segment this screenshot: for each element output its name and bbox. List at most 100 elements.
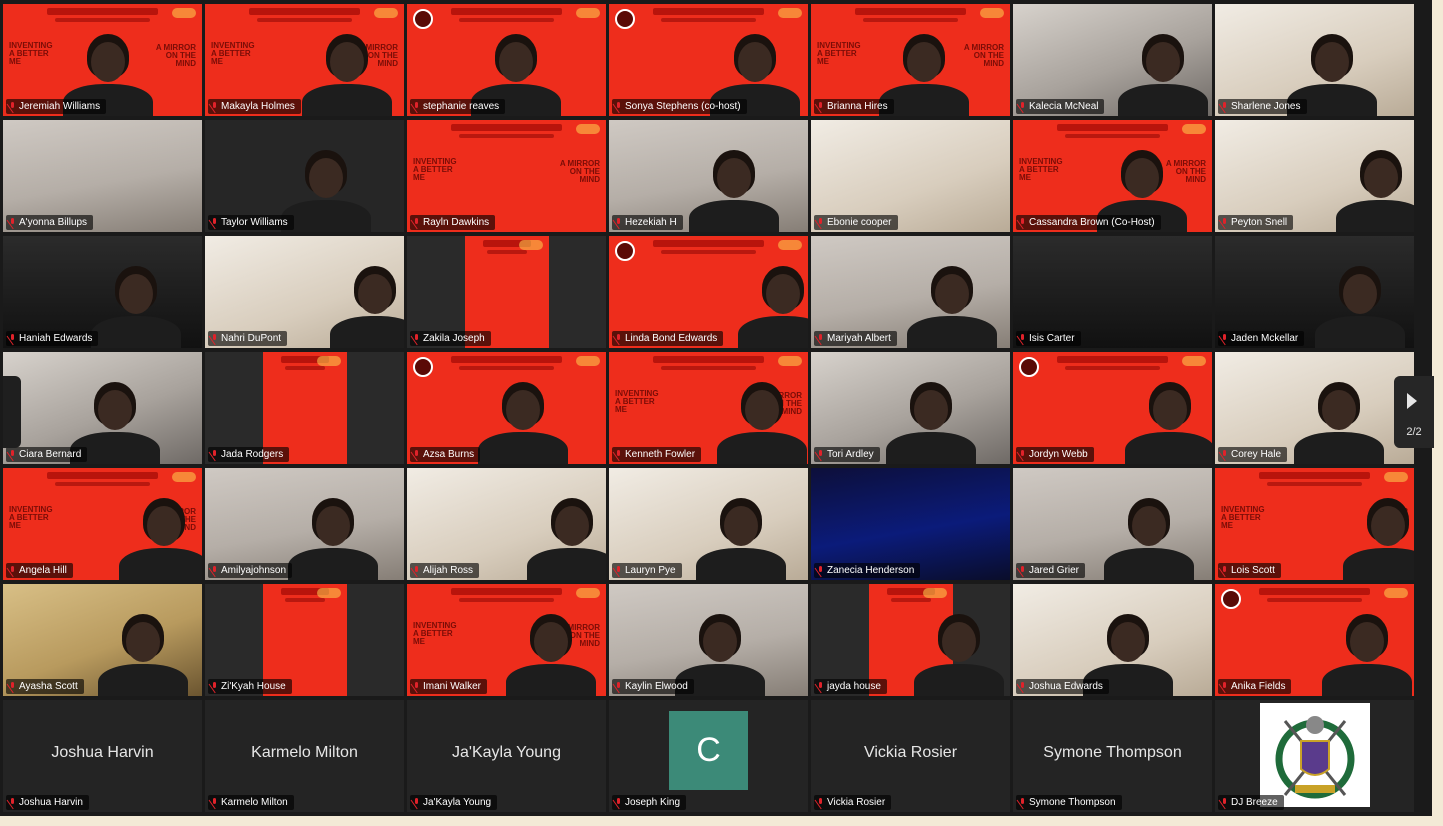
participant-name: Zanecia Henderson xyxy=(827,565,915,576)
participant-name: Corey Hale xyxy=(1231,449,1282,460)
participant-tile[interactable]: Ayasha Scott xyxy=(3,584,202,696)
participant-tile[interactable]: INVENTING A BETTER MEA MIRROR ON THE MIN… xyxy=(407,120,606,232)
participant-tile[interactable]: Jared Grier xyxy=(1013,468,1212,580)
participant-name: Cassandra Brown (Co-Host) xyxy=(1029,217,1155,228)
participant-name: Jared Grier xyxy=(1029,565,1080,576)
participant-tile[interactable]: INVENTING A BETTER MEA MIRROR ON THE MIN… xyxy=(609,352,808,464)
participant-tile[interactable]: Ciara Bernard xyxy=(3,352,202,464)
participant-tile[interactable]: A'yonna Billups xyxy=(3,120,202,232)
participant-tile[interactable]: Karmelo Milton Karmelo Milton xyxy=(205,700,404,812)
participant-tile[interactable]: Azsa Burns xyxy=(407,352,606,464)
participant-name: Brianna Hires xyxy=(827,101,888,112)
next-page-button[interactable]: 2/2 xyxy=(1394,376,1434,448)
participant-name-tag: Isis Carter xyxy=(1016,331,1081,346)
org-mark-icon xyxy=(413,357,433,377)
participant-tile[interactable]: Jaden Mckellar xyxy=(1215,236,1414,348)
participant-tile[interactable]: Joshua Harvin Joshua Harvin xyxy=(3,700,202,812)
participant-tile[interactable]: Lauryn Pye xyxy=(609,468,808,580)
participant-name-tag: Jada Rodgers xyxy=(208,447,290,462)
participant-tile[interactable]: INVENTING A BETTER MEA MIRROR ON THE MIN… xyxy=(3,468,202,580)
participant-tile[interactable]: Sharlene Jones xyxy=(1215,4,1414,116)
participant-name: Peyton Snell xyxy=(1231,217,1288,228)
slide-text-left: INVENTING A BETTER ME xyxy=(413,621,457,646)
participant-name-tag: Brianna Hires xyxy=(814,99,894,114)
participant-video xyxy=(288,480,378,580)
participant-tile[interactable]: Alijah Ross xyxy=(407,468,606,580)
muted-microphone-icon xyxy=(615,334,622,343)
participant-name-tag: Makayla Holmes xyxy=(208,99,301,114)
participant-tile[interactable]: Taylor Williams xyxy=(205,120,404,232)
participant-tile[interactable]: Jordyn Webb xyxy=(1013,352,1212,464)
participant-name: Hezekiah H xyxy=(625,217,677,228)
participant-name: Mariyah Albert xyxy=(827,333,891,344)
participant-display-name: Vickia Rosier xyxy=(863,744,958,761)
participant-tile[interactable]: INVENTING A BETTER MEA MIRROR ON THE MIN… xyxy=(205,4,404,116)
participant-tile[interactable]: Isis Carter xyxy=(1013,236,1212,348)
participant-video xyxy=(330,248,404,348)
participant-name: Linda Bond Edwards xyxy=(625,333,718,344)
participant-video xyxy=(1294,364,1384,464)
participant-tile[interactable]: Hezekiah H xyxy=(609,120,808,232)
participant-tile[interactable]: jayda house xyxy=(811,584,1010,696)
slide-text-right: A MIRROR ON THE MIND xyxy=(559,159,600,184)
participant-name: Nahri DuPont xyxy=(221,333,282,344)
participant-video xyxy=(717,364,807,464)
participant-name-tag: Ciara Bernard xyxy=(6,447,88,462)
participant-name-tag: Zanecia Henderson xyxy=(814,563,921,578)
participant-tile[interactable]: Symone Thompson Symone Thompson xyxy=(1013,700,1212,812)
participant-tile[interactable]: Nahri DuPont xyxy=(205,236,404,348)
participant-tile[interactable]: INVENTING A BETTER MEA MIRROR ON THE MIN… xyxy=(407,584,606,696)
participant-tile[interactable]: Ebonie cooper xyxy=(811,120,1010,232)
participant-name: Sonya Stephens (co-host) xyxy=(625,101,741,112)
participant-tile[interactable]: Kalecia McNeal xyxy=(1013,4,1212,116)
participant-display-name: Symone Thompson xyxy=(1043,744,1182,761)
participant-tile[interactable]: Haniah Edwards xyxy=(3,236,202,348)
muted-microphone-icon xyxy=(1019,102,1026,111)
participant-name-tag: Azsa Burns xyxy=(410,447,481,462)
participant-tile[interactable]: INVENTING A BETTER MEA MIRROR ON THE MIN… xyxy=(1215,468,1414,580)
participant-name: Symone Thompson xyxy=(1029,797,1116,808)
participant-tile[interactable]: Mariyah Albert xyxy=(811,236,1010,348)
participant-name: Haniah Edwards xyxy=(19,333,93,344)
participant-name-tag: Hezekiah H xyxy=(612,215,683,230)
participant-tile[interactable]: Ja'Kayla Young Ja'Kayla Young xyxy=(407,700,606,812)
participant-tile[interactable]: INVENTING A BETTER MEA MIRROR ON THE MIN… xyxy=(3,4,202,116)
participant-tile[interactable]: INVENTING A BETTER MEA MIRROR ON THE MIN… xyxy=(1013,120,1212,232)
muted-microphone-icon xyxy=(1019,334,1026,343)
participant-name-tag: A'yonna Billups xyxy=(6,215,94,230)
participant-tile[interactable]: DJ Breeze xyxy=(1215,700,1414,812)
participant-tile[interactable]: Jada Rodgers xyxy=(205,352,404,464)
participant-tile[interactable]: Joshua Edwards xyxy=(1013,584,1212,696)
muted-microphone-icon xyxy=(211,102,218,111)
participant-name-tag: stephanie reaves xyxy=(410,99,506,114)
participant-video xyxy=(1125,364,1212,464)
participant-name: Anika Fields xyxy=(1231,681,1286,692)
participant-tile[interactable]: stephanie reaves xyxy=(407,4,606,116)
participant-video xyxy=(738,248,808,348)
muted-microphone-icon xyxy=(211,798,218,807)
participant-tile[interactable]: Linda Bond Edwards xyxy=(609,236,808,348)
muted-microphone-icon xyxy=(1221,334,1228,343)
participant-tile[interactable]: Zanecia Henderson xyxy=(811,468,1010,580)
participant-tile[interactable]: Peyton Snell xyxy=(1215,120,1414,232)
participant-tile[interactable]: Vickia Rosier Vickia Rosier xyxy=(811,700,1010,812)
participant-tile[interactable]: Corey Hale xyxy=(1215,352,1414,464)
participant-tile[interactable]: C Joseph King xyxy=(609,700,808,812)
participant-tile[interactable]: Zakila Joseph xyxy=(407,236,606,348)
participant-name: Kenneth Fowler xyxy=(625,449,696,460)
participant-tile[interactable]: Zi'Kyah House xyxy=(205,584,404,696)
slide-text-right: A MIRROR ON THE MIND xyxy=(963,43,1004,68)
participant-name: stephanie reaves xyxy=(423,101,500,112)
participant-tile[interactable]: Tori Ardley xyxy=(811,352,1010,464)
participant-tile[interactable]: Amilyajohnson xyxy=(205,468,404,580)
slide-text-left: INVENTING A BETTER ME xyxy=(211,41,255,66)
participant-tile[interactable]: INVENTING A BETTER MEA MIRROR ON THE MIN… xyxy=(811,4,1010,116)
participant-tile[interactable]: Sonya Stephens (co-host) xyxy=(609,4,808,116)
muted-microphone-icon xyxy=(1221,798,1228,807)
participant-video xyxy=(696,480,786,580)
org-mark-icon xyxy=(615,241,635,261)
participant-name-tag: Ebonie cooper xyxy=(814,215,898,230)
participant-tile[interactable]: Kaylin Elwood xyxy=(609,584,808,696)
participant-tile[interactable]: Anika Fields xyxy=(1215,584,1414,696)
muted-microphone-icon xyxy=(9,450,16,459)
